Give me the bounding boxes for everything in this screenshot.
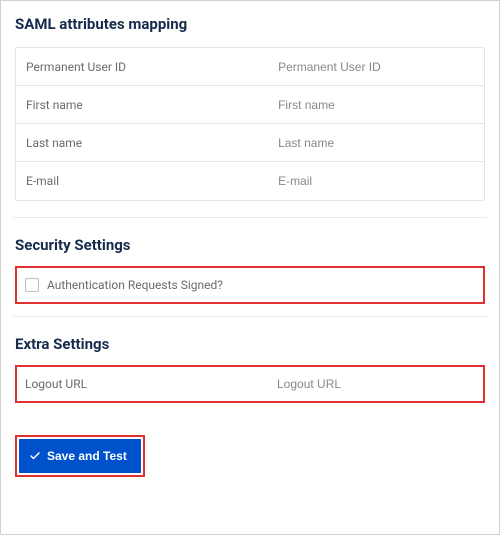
mapping-input-first-name[interactable] xyxy=(278,98,484,112)
mapping-row-last-name: Last name xyxy=(16,124,484,162)
saml-mapping-title: SAML attributes mapping xyxy=(15,15,485,33)
mapping-row-first-name: First name xyxy=(16,86,484,124)
section-divider xyxy=(13,217,487,218)
auth-signed-row: Authentication Requests Signed? xyxy=(25,278,475,292)
section-divider xyxy=(13,316,487,317)
auth-signed-checkbox[interactable] xyxy=(25,278,39,292)
extra-settings-title: Extra Settings xyxy=(15,335,485,353)
logout-url-input[interactable] xyxy=(277,377,475,391)
mapping-label: First name xyxy=(16,98,278,112)
save-highlight-box: Save and Test xyxy=(15,435,145,477)
security-highlight-box: Authentication Requests Signed? xyxy=(15,266,485,304)
logout-url-row: Logout URL xyxy=(25,377,475,391)
mapping-label: Last name xyxy=(16,136,278,150)
logout-url-label: Logout URL xyxy=(25,377,277,391)
saml-mapping-table: Permanent User ID First name Last name E… xyxy=(15,47,485,201)
mapping-label: Permanent User ID xyxy=(16,60,278,74)
mapping-row-email: E-mail xyxy=(16,162,484,200)
mapping-label: E-mail xyxy=(16,174,278,188)
check-icon xyxy=(29,450,41,462)
save-and-test-button[interactable]: Save and Test xyxy=(19,439,141,473)
security-settings-title: Security Settings xyxy=(15,236,485,254)
mapping-input-permanent-user-id[interactable] xyxy=(278,60,484,74)
mapping-row-permanent-user-id: Permanent User ID xyxy=(16,48,484,86)
mapping-input-email[interactable] xyxy=(278,174,484,188)
extra-highlight-box: Logout URL xyxy=(15,365,485,403)
mapping-input-last-name[interactable] xyxy=(278,136,484,150)
auth-signed-label: Authentication Requests Signed? xyxy=(47,278,223,292)
save-button-label: Save and Test xyxy=(47,449,127,463)
